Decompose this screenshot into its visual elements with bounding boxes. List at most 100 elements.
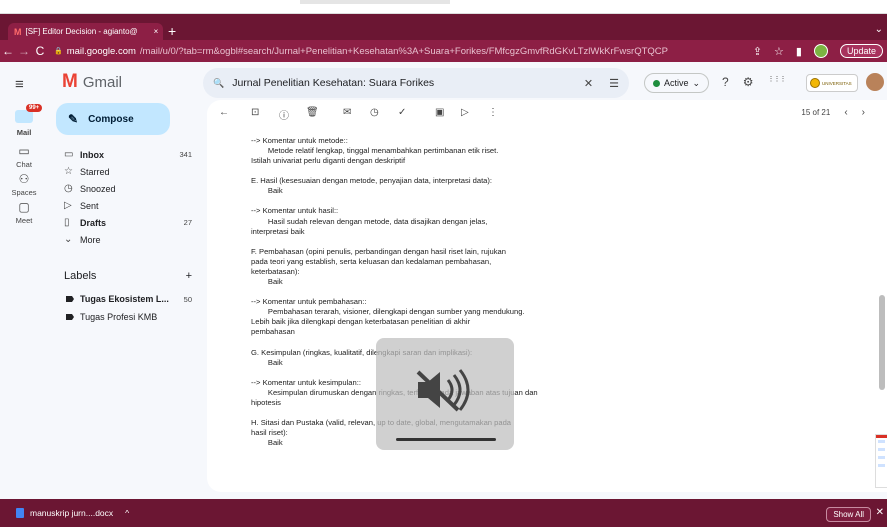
tab-close-icon[interactable]: × xyxy=(149,27,163,36)
share-icon[interactable]: ⇪ xyxy=(753,45,762,58)
clock-icon: ◷ xyxy=(64,183,73,194)
speaker-muted-icon xyxy=(416,369,470,412)
email-line: --> Komentar untuk pembahasan:: xyxy=(251,297,367,307)
settings-gear-icon[interactable]: ⚙ xyxy=(743,75,754,89)
add-task-icon[interactable]: ✓ xyxy=(398,107,406,118)
rail-item-meet[interactable]: ▢ Meet xyxy=(0,200,48,225)
apps-grid-icon[interactable]: ⋮⋮⋮ xyxy=(767,75,786,89)
tab-title: [SF] Editor Decision - agianto@ xyxy=(25,27,138,36)
email-line: Hasil sudah relevan dengan metode, data … xyxy=(251,216,488,226)
rail-item-mail[interactable]: 99+ Mail xyxy=(0,104,48,137)
delete-icon[interactable]: 🗑 xyxy=(306,107,319,118)
move-to-icon[interactable]: ▣ xyxy=(435,107,444,118)
tab-search-icon[interactable]: ⌄ xyxy=(875,24,883,35)
search-input[interactable]: Jurnal Penelitian Kesehatan: Suara Forik… xyxy=(232,77,576,89)
add-label-button[interactable]: + xyxy=(186,270,192,282)
gmail-favicon-icon: M xyxy=(14,26,22,37)
message-toolbar: ← ⊡ ⓘ 🗑 ✉ ◷ ✓ ▣ ▷ ⋮ 15 of 21 ‹ › xyxy=(207,100,887,128)
main-menu-icon[interactable]: ≡ xyxy=(15,76,24,93)
new-tab-button[interactable]: + xyxy=(168,24,176,38)
address-bar: ← → C 🔒 mail.google.com/mail/u/0/?tab=rm… xyxy=(0,40,887,62)
forward-button[interactable]: → xyxy=(16,44,32,58)
side-panel-icon[interactable]: ▮ xyxy=(796,45,802,58)
mute-overlay xyxy=(376,338,514,450)
search-options-icon[interactable]: ☰ xyxy=(609,77,619,90)
report-spam-icon[interactable]: ⓘ xyxy=(279,107,289,122)
email-blank-line xyxy=(251,166,711,176)
labels-title: Labels xyxy=(64,270,97,282)
browser-tab-bar: M [SF] Editor Decision - agianto@ × + ⌄ xyxy=(0,14,887,40)
clear-search-icon[interactable]: ✕ xyxy=(584,77,593,90)
email-line: Pembahasan terarah, visioner, dilengkapi… xyxy=(251,307,525,317)
star-icon: ☆ xyxy=(64,166,73,177)
browser-tab[interactable]: M [SF] Editor Decision - agianto@ × xyxy=(8,23,163,40)
label-icon[interactable]: ▷ xyxy=(461,107,469,118)
compose-button[interactable]: ✎ Compose xyxy=(56,103,170,135)
chevron-up-icon[interactable]: ^ xyxy=(125,508,129,518)
email-line: interpretasi baik xyxy=(251,226,305,236)
more-options-icon[interactable]: ⋮ xyxy=(488,107,498,118)
label-list: Tugas Ekosistem L... 50 Tugas Profesi KM… xyxy=(56,290,196,326)
draft-icon: ▯ xyxy=(64,217,70,228)
account-avatar[interactable] xyxy=(864,71,886,93)
archive-icon[interactable]: ⊡ xyxy=(251,107,259,118)
newer-icon[interactable]: › xyxy=(862,107,865,118)
scrollbar-thumb[interactable] xyxy=(879,295,885,390)
help-icon[interactable]: ? xyxy=(722,75,729,89)
gmail-logo[interactable]: M Gmail xyxy=(62,71,122,93)
folder-starred[interactable]: ☆ Starred xyxy=(56,163,196,180)
bookmark-star-icon[interactable]: ☆ xyxy=(774,45,784,58)
lock-icon: 🔒 xyxy=(54,48,63,55)
send-icon: ▷ xyxy=(64,200,72,211)
gmail-wordmark: Gmail xyxy=(82,73,122,91)
folder-label: Starred xyxy=(80,166,110,177)
search-bar[interactable]: 🔍 Jurnal Penelitian Kesehatan: Suara For… xyxy=(203,68,629,98)
folder-inbox[interactable]: ▭ Inbox 341 xyxy=(56,146,196,163)
floating-preview-thumbnail[interactable] xyxy=(875,434,887,488)
mail-icon: 99+ xyxy=(15,104,43,123)
folder-drafts[interactable]: ▯ Drafts 27 xyxy=(56,214,196,231)
status-label: Active xyxy=(664,78,689,88)
show-all-button[interactable]: Show All xyxy=(826,507,871,522)
update-label: Update xyxy=(846,46,876,56)
folder-more[interactable]: ⌄ More xyxy=(56,231,196,248)
reload-button[interactable]: C xyxy=(32,44,48,58)
active-dot-icon xyxy=(653,79,660,87)
organization-logo[interactable]: UNIVERSITAS xyxy=(806,74,858,92)
snooze-icon[interactable]: ◷ xyxy=(370,107,379,118)
compose-label: Compose xyxy=(88,113,134,125)
university-seal-icon xyxy=(810,78,820,88)
download-item[interactable]: manuskrip jurn....docx ^ xyxy=(0,508,129,518)
email-blank-line xyxy=(251,237,711,247)
label-item[interactable]: Tugas Ekosistem L... 50 xyxy=(56,290,196,308)
older-icon[interactable]: ‹ xyxy=(844,107,847,118)
download-shelf: manuskrip jurn....docx ^ Show All ✕ xyxy=(0,499,887,527)
chevron-down-icon: ⌄ xyxy=(64,234,73,245)
folder-sent[interactable]: ▷ Sent xyxy=(56,197,196,214)
folder-snoozed[interactable]: ◷ Snoozed xyxy=(56,180,196,197)
search-icon[interactable]: 🔍 xyxy=(213,78,224,89)
profile-avatar-icon[interactable] xyxy=(813,44,828,58)
folder-label: Drafts xyxy=(80,217,107,228)
label-item[interactable]: Tugas Profesi KMB xyxy=(56,308,196,326)
back-to-results-icon[interactable]: ← xyxy=(219,107,229,118)
mark-unread-icon[interactable]: ✉ xyxy=(343,107,351,118)
browser-actions: ⇪ ☆ ▮ Update xyxy=(753,44,887,58)
mail-unread-badge: 99+ xyxy=(26,104,43,112)
back-button[interactable]: ← xyxy=(0,44,16,58)
label-name: Tugas Profesi KMB xyxy=(80,312,158,322)
spaces-icon: ⚇ xyxy=(18,172,30,186)
chevron-down-icon: ⌄ xyxy=(692,77,701,88)
rail-label-meet: Meet xyxy=(15,216,33,225)
update-button[interactable]: Update xyxy=(839,44,883,58)
email-line: Baik xyxy=(251,186,283,196)
rail-item-spaces[interactable]: ⚇ Spaces xyxy=(0,172,48,197)
url-field[interactable]: 🔒 mail.google.com/mail/u/0/?tab=rm&ogbl#… xyxy=(54,43,753,59)
folder-label: Sent xyxy=(80,200,99,211)
rail-item-chat[interactable]: ▭ Chat xyxy=(0,144,48,169)
close-shelf-icon[interactable]: ✕ xyxy=(876,507,884,518)
rail-label-chat: Chat xyxy=(16,160,32,169)
status-selector[interactable]: Active ⌄ xyxy=(644,73,710,93)
message-panel: ← ⊡ ⓘ 🗑 ✉ ◷ ✓ ▣ ▷ ⋮ 15 of 21 ‹ › --> Kom… xyxy=(207,100,887,492)
rail-label-mail: Mail xyxy=(16,128,32,137)
